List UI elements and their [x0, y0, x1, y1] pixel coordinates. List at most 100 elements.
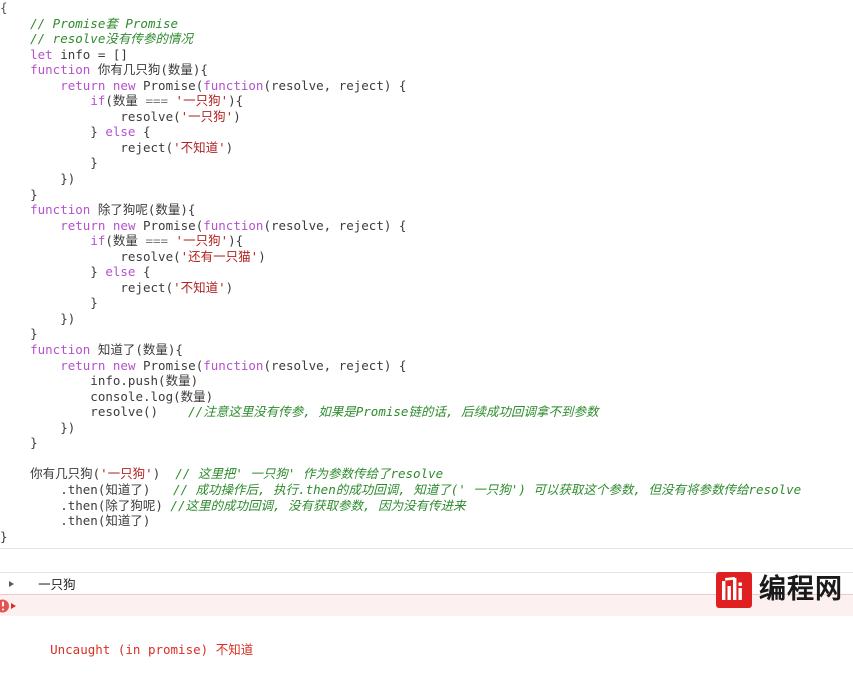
error-reason: 不知道 [215, 642, 254, 657]
code-editor[interactable]: { // Promise套 Promise // resolve没有传参的情况 … [0, 0, 853, 548]
code-line: function 除了狗呢(数量){ [0, 202, 853, 218]
watermark-text: 编程网 [759, 574, 843, 605]
code-token: function [30, 62, 91, 78]
code-token: //这里的成功回调, 没有获取参数, 因为没有传进来 [170, 497, 466, 513]
code-line: // resolve没有传参的情况 [0, 31, 853, 47]
code-token: (数量 [105, 93, 146, 109]
code-line: } [0, 435, 853, 451]
code-token: reject( [0, 279, 174, 295]
code-token: ){ [228, 93, 244, 109]
code-token: }) [0, 171, 76, 187]
code-token: // 成功操作后, 执行.then的成功回调, 知道了(' 一只狗') 可以获取… [172, 481, 802, 497]
code-line: reject('不知道') [0, 280, 853, 296]
code-token: function [203, 357, 264, 373]
code-line: function 你有几只狗(数量){ [0, 62, 853, 78]
error-circle-icon [0, 599, 9, 612]
code-line: }) [0, 420, 853, 436]
code-token: { [135, 264, 151, 280]
code-line: 你有几只狗('一只狗') // 这里把' 一只狗' 作为参数传给了resolve [0, 466, 853, 482]
code-token: { [0, 0, 8, 15]
code-line: { [0, 0, 853, 16]
code-token: return new [60, 217, 136, 233]
chevron-right-icon[interactable] [11, 602, 16, 609]
code-line: // Promise套 Promise [0, 16, 853, 32]
code-token: else [105, 264, 136, 280]
code-token: } [0, 186, 38, 202]
code-token: Promise( [135, 77, 204, 93]
code-line: } [0, 187, 853, 203]
code-line: return new Promise(function(resolve, rej… [0, 78, 853, 94]
code-token: info.push(数量) [0, 373, 199, 389]
code-token: function [203, 77, 264, 93]
code-line: } [0, 326, 853, 342]
code-line: info.push(数量) [0, 373, 853, 389]
code-token: { [135, 124, 151, 140]
code-line: .then(除了狗呢) //这里的成功回调, 没有获取参数, 因为没有传进来 [0, 498, 853, 514]
code-token: Promise( [135, 217, 204, 233]
code-line: } else { [0, 124, 853, 140]
code-token: === [145, 93, 169, 109]
code-token: function [30, 202, 91, 218]
code-token: } [0, 295, 98, 311]
code-line: .then(知道了) // 成功操作后, 执行.then的成功回调, 知道了('… [0, 482, 853, 498]
code-line: console.log(数量) [0, 389, 853, 405]
code-token: }) [0, 310, 76, 326]
code-token: === [145, 233, 169, 249]
code-token: } [0, 326, 38, 342]
code-line: .then(知道了) [0, 513, 853, 529]
code-token: ) [225, 279, 234, 295]
code-token: (resolve, reject) { [263, 77, 407, 93]
code-token: resolve( [0, 248, 181, 264]
code-line: resolve('还有一只猫') [0, 249, 853, 265]
code-token: } [0, 528, 8, 544]
code-token: (数量 [105, 233, 146, 249]
code-line: } else { [0, 264, 853, 280]
code-token: resolve() [0, 404, 189, 420]
code-token: function [30, 342, 91, 358]
code-token: Promise( [135, 357, 204, 373]
code-token: '不知道' [173, 139, 226, 155]
code-token: 你有几只狗( [0, 466, 101, 482]
code-token: info = [] [52, 46, 128, 62]
code-line: } [0, 155, 853, 171]
code-token: ) [233, 108, 241, 124]
code-token: function [203, 217, 264, 233]
code-token: '一只狗' [175, 93, 229, 109]
code-line: function 知道了(数量){ [0, 342, 853, 358]
console-log-row[interactable]: 一只狗 [0, 548, 853, 592]
code-token: } [0, 124, 106, 140]
code-line: resolve('一只狗') [0, 109, 853, 125]
code-token: '还有一只猫' [180, 248, 259, 264]
code-token: // Promise套 Promise [0, 15, 179, 31]
code-token: ) [258, 248, 266, 264]
code-token: if [90, 93, 106, 109]
code-token: } [0, 155, 98, 171]
code-token: else [105, 124, 136, 140]
code-token: ) [225, 139, 234, 155]
code-token: // 这里把' 一只狗' 作为参数传给了resolve [175, 466, 444, 482]
code-line: if(数量 === '一只狗'){ [0, 93, 853, 109]
code-line: } [0, 529, 853, 545]
code-token: // resolve没有传参的情况 [0, 31, 193, 47]
code-line: return new Promise(function(resolve, rej… [0, 218, 853, 234]
watermark: 编程网 [716, 572, 843, 608]
code-line: } [0, 295, 853, 311]
code-token: '一只狗' [175, 233, 229, 249]
code-token: }) [0, 419, 76, 435]
code-line-list: { // Promise套 Promise // resolve没有传参的情况 … [0, 0, 853, 544]
code-token: if [90, 233, 106, 249]
code-token: ){ [228, 233, 244, 249]
chevron-right-icon[interactable] [9, 580, 14, 587]
code-token: (resolve, reject) { [263, 357, 407, 373]
bianchengwang-logo-icon [716, 572, 752, 608]
